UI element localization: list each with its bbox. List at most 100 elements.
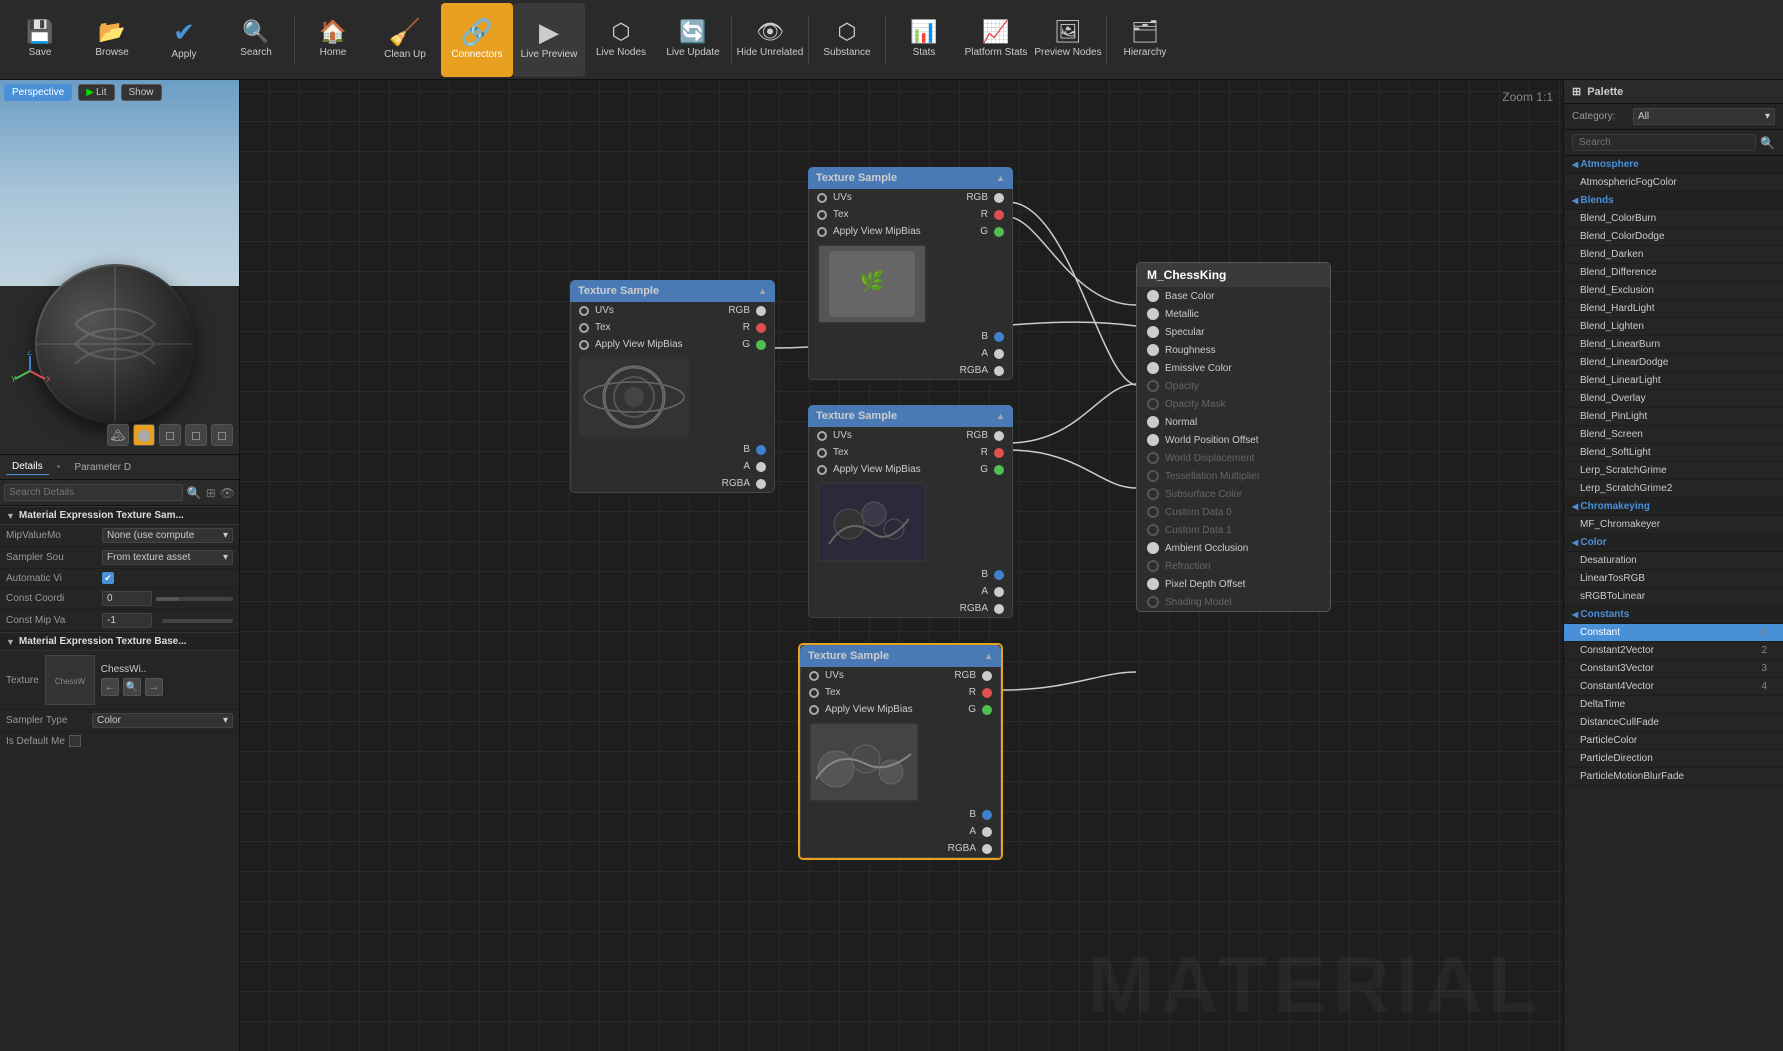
ctrl-plane[interactable]: ◻: [159, 424, 181, 446]
connectors-button[interactable]: 🔗 Connectors: [441, 3, 513, 77]
palette-item-particlemotionblur[interactable]: ParticleMotionBlurFade: [1564, 768, 1783, 786]
node-editor[interactable]: Zoom 1:1 MATERIAL Texture Sample ▲: [240, 80, 1563, 1051]
node4-row-rgba: RGBA: [801, 840, 1000, 857]
show-button[interactable]: Show: [121, 84, 162, 101]
automaticvi-checkbox[interactable]: ✔: [102, 572, 114, 584]
palette-item-lerpscratch2[interactable]: Lerp_ScratchGrime2: [1564, 480, 1783, 498]
mipvalue-dropdown[interactable]: None (use compute ▾: [102, 528, 233, 543]
liveupdate-button[interactable]: 🔄 Live Update: [657, 3, 729, 77]
ctrl-sphere[interactable]: ⬤: [133, 424, 155, 446]
palette-item-hardlight[interactable]: Blend_HardLight: [1564, 300, 1783, 318]
palette-item-constant4vector[interactable]: Constant4Vector 4: [1564, 678, 1783, 696]
perspective-button[interactable]: Perspective: [4, 84, 72, 101]
palette-item-lighten[interactable]: Blend_Lighten: [1564, 318, 1783, 336]
constcoordi-slider[interactable]: [156, 597, 233, 601]
details-search-input[interactable]: [4, 484, 183, 501]
parameter-tab[interactable]: Parameter D: [68, 460, 137, 475]
node3-collapse[interactable]: ▲: [996, 411, 1005, 421]
platformstats-button[interactable]: 📈 Platform Stats: [960, 3, 1032, 77]
lit-button[interactable]: ▶Lit: [78, 84, 114, 101]
palette-section-constants[interactable]: Constants: [1564, 606, 1783, 624]
tex-left-arrow[interactable]: ←: [101, 678, 119, 696]
palette-section-atmosphere[interactable]: Atmosphere: [1564, 156, 1783, 174]
mchess-basecolor: Base Color: [1137, 287, 1330, 305]
palette-item-constant[interactable]: Constant 1: [1564, 624, 1783, 642]
isdefault-checkbox[interactable]: [69, 735, 81, 747]
palette-category-select[interactable]: All ▾: [1633, 108, 1775, 125]
palette-item-distancecullfade[interactable]: DistanceCullFade: [1564, 714, 1783, 732]
texture-node-3[interactable]: Texture Sample ▲ UVs RGB Tex R Apply Vie…: [808, 405, 1013, 618]
palette-item-colorburn[interactable]: Blend_ColorBurn: [1564, 210, 1783, 228]
ctrl-cube[interactable]: ◻: [185, 424, 207, 446]
palette-item-linearlight[interactable]: Blend_LinearLight: [1564, 372, 1783, 390]
normal-dot: [1147, 416, 1159, 428]
palette-search-input[interactable]: [1572, 134, 1756, 151]
samplertype-dropdown[interactable]: Color ▾: [92, 713, 233, 728]
palette-item-softlight[interactable]: Blend_SoftLight: [1564, 444, 1783, 462]
palette-item-deltatime[interactable]: DeltaTime: [1564, 696, 1783, 714]
toolbar: 💾 Save 📂 Browse ✔ Apply 🔍 Search 🏠 Home …: [0, 0, 1783, 80]
cat-dropdown-arrow: ▾: [1765, 111, 1770, 122]
palette-item-constant3vector[interactable]: Constant3Vector 3: [1564, 660, 1783, 678]
palette-item-lineardodge[interactable]: Blend_LinearDodge: [1564, 354, 1783, 372]
details-eye-icon[interactable]: 👁: [220, 486, 235, 500]
palette-item-pinlight[interactable]: Blend_PinLight: [1564, 408, 1783, 426]
palette-item-exclusion[interactable]: Blend_Exclusion: [1564, 282, 1783, 300]
browse-button[interactable]: 📂 Browse: [76, 3, 148, 77]
palette-item-lineartosrgb[interactable]: LinearTosRGB: [1564, 570, 1783, 588]
palette-section-blends[interactable]: Blends: [1564, 192, 1783, 210]
palette-item-srgbtolinear[interactable]: sRGBToLinear: [1564, 588, 1783, 606]
node2-a-out: [994, 349, 1004, 359]
substance-button[interactable]: ⬡ Substance: [811, 3, 883, 77]
palette-item-lerpscratch[interactable]: Lerp_ScratchGrime: [1564, 462, 1783, 480]
separator4: [885, 15, 886, 65]
palette-item-particledirection[interactable]: ParticleDirection: [1564, 750, 1783, 768]
previewnodes-button[interactable]: 🖼 Preview Nodes: [1032, 3, 1104, 77]
apply-button[interactable]: ✔ Apply: [148, 3, 220, 77]
details-tab[interactable]: Details: [6, 459, 49, 475]
palette-item-difference[interactable]: Blend_Difference: [1564, 264, 1783, 282]
search-button[interactable]: 🔍 Search: [220, 3, 292, 77]
texture-node-1[interactable]: Texture Sample ▲ UVs RGB Tex R Apply Vie…: [570, 280, 775, 493]
section-tex-base[interactable]: ▼ Material Expression Texture Base...: [0, 632, 239, 651]
stats-button[interactable]: 📊 Stats: [888, 3, 960, 77]
palette-item-desaturation[interactable]: Desaturation: [1564, 552, 1783, 570]
node1-a-out: [756, 462, 766, 472]
palette-section-color[interactable]: Color: [1564, 534, 1783, 552]
livenodes-button[interactable]: ⬡ Live Nodes: [585, 3, 657, 77]
palette-item-linearburn[interactable]: Blend_LinearBurn: [1564, 336, 1783, 354]
palette-item-colordodge[interactable]: Blend_ColorDodge: [1564, 228, 1783, 246]
palette-item-atmosphericfogcolor[interactable]: AtmosphericFogColor: [1564, 174, 1783, 192]
constmip-slider[interactable]: [162, 619, 233, 623]
tex-right-arrow[interactable]: →: [145, 678, 163, 696]
palette-item-constant2vector[interactable]: Constant2Vector 2: [1564, 642, 1783, 660]
texture-node-4[interactable]: Texture Sample ▲ UVs RGB Tex R Apply Vie…: [798, 643, 1003, 860]
ctrl-teapot[interactable]: ◻: [211, 424, 233, 446]
samplersou-dropdown[interactable]: From texture asset ▾: [102, 550, 233, 565]
palette-item-overlay[interactable]: Blend_Overlay: [1564, 390, 1783, 408]
hierarchy-button[interactable]: 🗂 Hierarchy: [1109, 3, 1181, 77]
details-grid-icon[interactable]: ⊞: [206, 486, 216, 500]
viewport-controls: 🏔 ⬤ ◻ ◻ ◻: [107, 424, 233, 446]
node1-collapse[interactable]: ▲: [758, 286, 767, 296]
save-button[interactable]: 💾 Save: [4, 3, 76, 77]
section-tex-sample[interactable]: ▼ Material Expression Texture Sam...: [0, 506, 239, 525]
node2-collapse[interactable]: ▲: [996, 173, 1005, 183]
palette-item-particlecolor[interactable]: ParticleColor: [1564, 732, 1783, 750]
worlddisp-dot: [1147, 452, 1159, 464]
palette-item-screen[interactable]: Blend_Screen: [1564, 426, 1783, 444]
ctrl-landscape[interactable]: 🏔: [107, 424, 129, 446]
hideunrelated-button[interactable]: 👁 Hide Unrelated: [734, 3, 806, 77]
palette-item-darken[interactable]: Blend_Darken: [1564, 246, 1783, 264]
palette-item-chromakeyer[interactable]: MF_Chromakeyer: [1564, 516, 1783, 534]
details-header: Details • Parameter D: [0, 455, 239, 480]
home-button[interactable]: 🏠 Home: [297, 3, 369, 77]
node3-thumb: [817, 482, 927, 562]
palette-section-chromakeying[interactable]: Chromakeying: [1564, 498, 1783, 516]
tex-search[interactable]: 🔍: [123, 678, 141, 696]
texture-node-2[interactable]: Texture Sample ▲ UVs RGB Tex R Apply Vie…: [808, 167, 1013, 380]
livepreview-button[interactable]: ▶ Live Preview: [513, 3, 585, 77]
cleanup-button[interactable]: 🧹 Clean Up: [369, 3, 441, 77]
mchess-node[interactable]: M_ChessKing Base Color Metallic Specular…: [1136, 262, 1331, 612]
node4-collapse[interactable]: ▲: [984, 651, 993, 661]
